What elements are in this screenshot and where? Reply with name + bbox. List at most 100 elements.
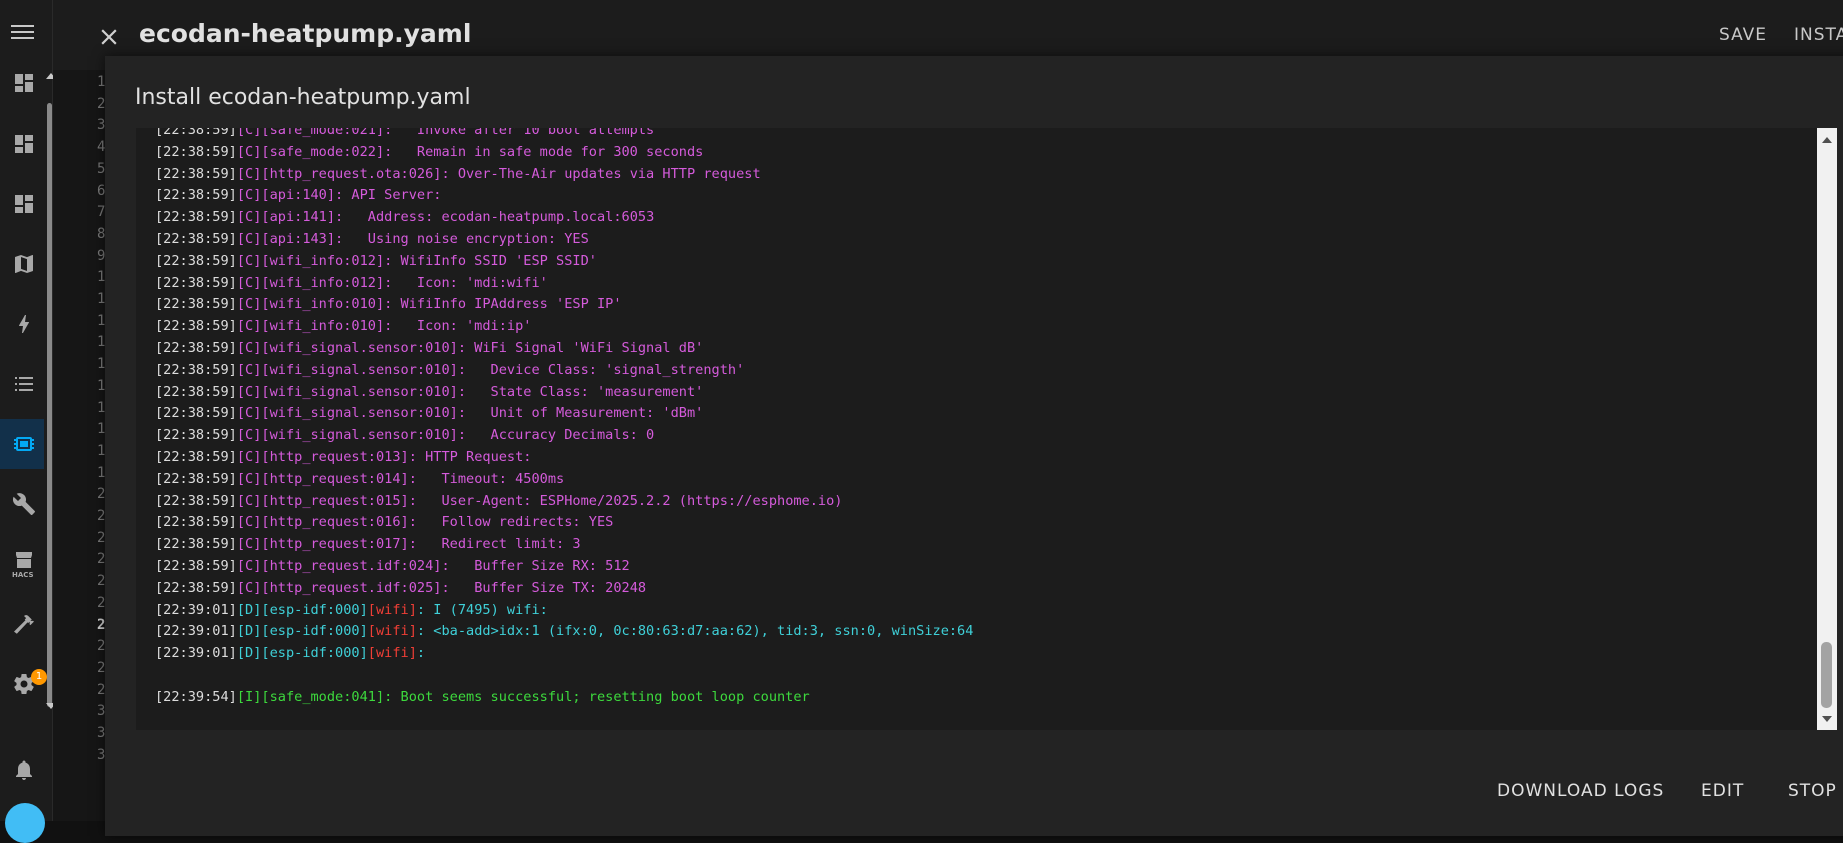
log-tag: [C][wifi_info:010]: <box>236 318 393 335</box>
log-message: User-Agent: ESPHome/2025.2.2 (https://es… <box>416 492 843 509</box>
log-timestamp: [22:38:59] <box>155 536 237 553</box>
log-line: [22:39:54][I][safe_mode:041]: Boot seems… <box>155 689 810 705</box>
hammer-icon[interactable] <box>11 611 37 637</box>
log-line: [22:38:59][C][http_request.idf:025]: Buf… <box>155 580 646 596</box>
log-line: [22:38:59][C][safe_mode:021]: Invoke aft… <box>155 128 654 138</box>
log-tag: [C][http_request:014]: <box>236 470 417 487</box>
log-tag: [C][wifi_info:010]: <box>236 296 393 313</box>
log-subtag: [wifi] <box>367 645 417 662</box>
log-line: [22:38:59][C][http_request:016]: Follow … <box>155 514 613 530</box>
log-timestamp: [22:39:54] <box>155 688 237 705</box>
log-scroll-down-icon[interactable] <box>1822 716 1832 722</box>
log-message: Icon: 'mdi:ip' <box>392 318 532 335</box>
energy-icon[interactable] <box>11 311 37 337</box>
notification-badge: 1 <box>31 669 47 685</box>
log-line: [22:38:59][C][wifi_signal.sensor:010]: U… <box>155 405 703 421</box>
dashboard-icon[interactable] <box>11 191 37 217</box>
log-message: : <ba-add>idx:1 (ifx:0, 0c:80:63:d7:aa:6… <box>416 623 974 640</box>
log-timestamp: [22:38:59] <box>155 187 237 204</box>
stop-button[interactable]: STOP <box>1788 781 1837 801</box>
menu-icon[interactable] <box>10 21 36 47</box>
logbook-icon[interactable] <box>11 371 37 397</box>
log-line: [22:38:59][C][wifi_signal.sensor:010]: W… <box>155 340 703 356</box>
log-line: [22:38:59][C][http_request.ota:026]: Ove… <box>155 166 761 182</box>
install-button[interactable]: INSTA <box>1794 25 1843 45</box>
map-icon[interactable] <box>11 251 37 277</box>
log-scroll-up-icon[interactable] <box>1822 137 1832 143</box>
log-message: API Server: <box>343 187 442 204</box>
log-tag: [C][wifi_info:012]: <box>236 274 393 291</box>
close-icon[interactable] <box>96 24 122 50</box>
log-line: [22:38:59][C][wifi_info:012]: WifiInfo S… <box>155 253 597 269</box>
log-message: Invoke after 10 boot attempts <box>392 128 655 138</box>
wrench-icon[interactable] <box>11 491 37 517</box>
dialog-title: Install ecodan-heatpump.yaml <box>135 85 471 110</box>
log-tag: [C][wifi_signal.sensor:010]: <box>236 383 466 400</box>
log-line: [22:38:59][C][wifi_info:012]: Icon: 'mdi… <box>155 275 548 291</box>
log-tag: [C][api:141]: <box>236 209 344 226</box>
log-timestamp: [22:38:59] <box>155 318 237 335</box>
hacs-store-icon[interactable] <box>11 547 37 573</box>
sidebar-scrollbar[interactable] <box>47 103 52 707</box>
log-tag: [C][safe_mode:022]: <box>236 143 393 160</box>
log-line: [22:38:59][C][api:141]: Address: ecodan-… <box>155 209 654 225</box>
log-timestamp: [22:38:59] <box>155 340 237 356</box>
log-timestamp: [22:38:59] <box>155 128 237 138</box>
log-timestamp: [22:38:59] <box>155 579 237 596</box>
esphome-chip-icon[interactable] <box>11 431 37 457</box>
log-message: HTTP Request: <box>416 449 532 465</box>
log-line: [22:39:01][D][esp-idf:000][wifi]: <box>155 645 425 661</box>
log-message: Boot seems successful; resetting boot lo… <box>392 688 810 705</box>
log-output[interactable]: [22:38:59] [C][safe_mode:021]: Invoke aft… <box>136 128 1817 730</box>
log-message: Icon: 'mdi:wifi' <box>392 274 548 291</box>
log-timestamp: [22:38:59] <box>155 165 237 182</box>
log-tag: [C][api:140]: <box>236 187 344 204</box>
log-message: Follow redirects: YES <box>416 514 614 531</box>
bell-icon[interactable] <box>11 757 37 783</box>
edit-button[interactable]: EDIT <box>1701 781 1744 801</box>
log-timestamp: [22:38:59] <box>155 383 237 400</box>
log-tag: [C][safe_mode:021]: <box>236 128 393 138</box>
log-timestamp: [22:38:59] <box>155 274 237 291</box>
log-timestamp: [22:38:59] <box>155 492 237 509</box>
log-line: [22:38:59][C][http_request.idf:024]: Buf… <box>155 558 630 574</box>
log-message: Buffer Size TX: 20248 <box>449 579 647 596</box>
log-tag: [D][esp-idf:000] <box>236 645 368 662</box>
log-timestamp: [22:38:59] <box>155 449 237 465</box>
log-line: [22:38:59][C][http_request:017]: Redirec… <box>155 536 581 552</box>
log-line: [22:39:01][D][esp-idf:000][wifi]: <ba-ad… <box>155 623 973 639</box>
log-message: Device Class: 'signal_strength' <box>466 361 745 378</box>
dashboard-icon[interactable] <box>11 70 37 96</box>
log-message: Timeout: 4500ms <box>416 470 565 487</box>
log-message: Unit of Measurement: 'dBm' <box>466 405 704 422</box>
log-scroll-thumb[interactable] <box>1821 642 1832 708</box>
log-timestamp: [22:38:59] <box>155 470 237 487</box>
log-timestamp: [22:38:59] <box>155 514 237 531</box>
log-line: [22:38:59][C][wifi_signal.sensor:010]: S… <box>155 384 703 400</box>
log-message: : <box>416 645 426 662</box>
log-timestamp: [22:38:59] <box>155 209 237 226</box>
log-message: WifiInfo SSID 'ESP SSID' <box>392 252 597 269</box>
user-avatar[interactable] <box>5 803 45 843</box>
log-line: [22:38:59][C][api:143]: Using noise encr… <box>155 231 589 247</box>
log-line: [22:38:59][C][wifi_info:010]: WifiInfo I… <box>155 296 622 312</box>
log-timestamp: [22:38:59] <box>155 361 237 378</box>
log-scrollbar[interactable] <box>1817 128 1837 730</box>
sidebar: HACS 1 <box>0 0 56 843</box>
log-timestamp: [22:38:59] <box>155 143 237 160</box>
dashboard-icon[interactable] <box>11 131 37 157</box>
download-logs-button[interactable]: DOWNLOAD LOGS <box>1497 781 1664 801</box>
log-tag: [C][api:143]: <box>236 231 344 247</box>
log-timestamp: [22:39:01] <box>155 645 237 662</box>
log-tag: [C][http_request:013]: <box>236 449 417 465</box>
log-tag: [C][http_request.ota:026]: <box>236 165 450 182</box>
log-line: [22:38:59][C][http_request:014]: Timeout… <box>155 471 564 487</box>
log-timestamp: [22:38:59] <box>155 231 237 247</box>
log-tag: [C][wifi_signal.sensor:010]: <box>236 405 466 422</box>
log-line: [22:38:59][C][http_request:013]: HTTP Re… <box>155 449 531 465</box>
page-title: ecodan-heatpump.yaml <box>139 19 472 48</box>
log-message: Redirect limit: 3 <box>416 536 581 553</box>
save-button[interactable]: SAVE <box>1719 25 1767 45</box>
log-line: [22:38:59][C][wifi_signal.sensor:010]: D… <box>155 362 744 378</box>
log-subtag: [wifi] <box>367 601 417 618</box>
